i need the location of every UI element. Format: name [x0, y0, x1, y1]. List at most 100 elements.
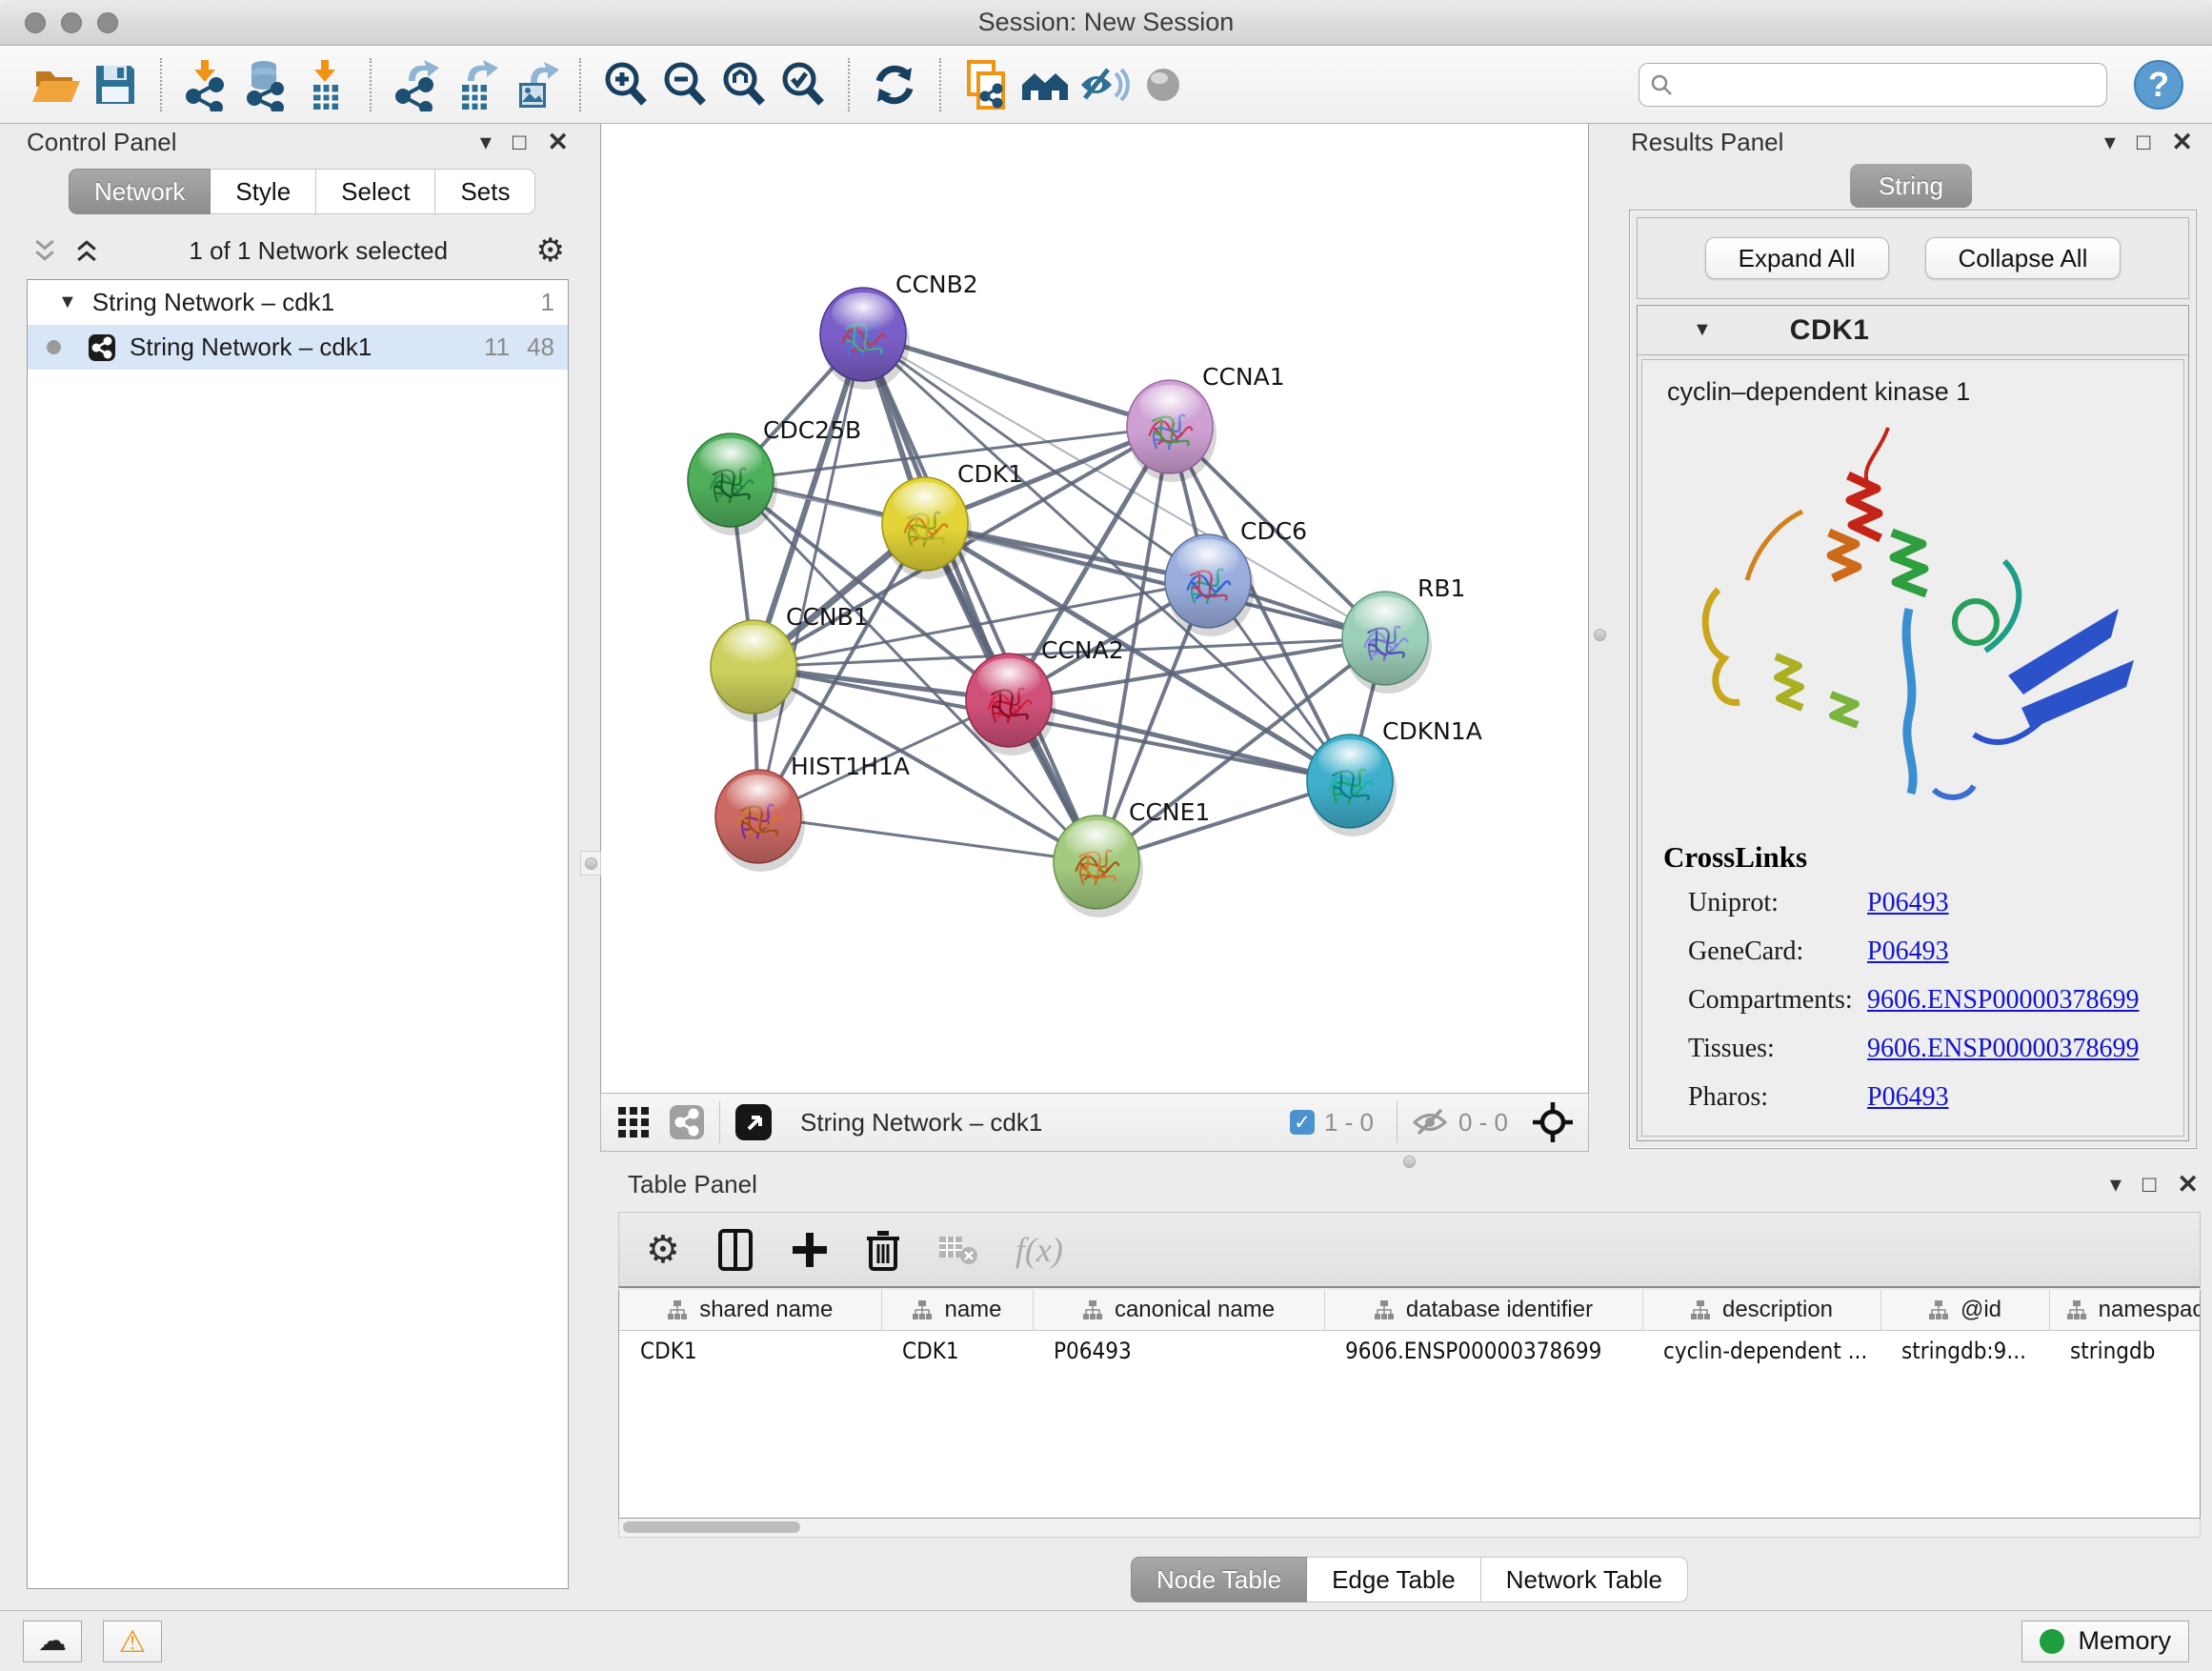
tab-style[interactable]: Style — [211, 169, 316, 214]
import-network-database-button[interactable] — [236, 55, 295, 114]
table-cell[interactable]: P06493 — [1033, 1330, 1324, 1372]
table-cell[interactable]: cyclin-dependent ... — [1642, 1330, 1880, 1372]
collapse-all-icon[interactable] — [30, 236, 59, 265]
memory-button[interactable]: Memory — [2021, 1621, 2189, 1662]
collapse-all-button[interactable]: Collapse All — [1925, 237, 2122, 279]
zoom-out-button[interactable] — [655, 55, 714, 114]
import-network-file-button[interactable] — [177, 55, 236, 114]
column-header[interactable]: name — [881, 1290, 1033, 1330]
crosslink-link[interactable]: P06493 — [1867, 888, 1949, 918]
splitter-handle[interactable] — [1589, 622, 1610, 647]
export-table-button[interactable] — [446, 55, 505, 114]
network-node-HIST1H1A[interactable]: HIST1H1A — [715, 753, 910, 872]
table-cell[interactable]: CDK1 — [881, 1330, 1033, 1372]
birds-eye-crosshair-icon[interactable] — [1531, 1100, 1575, 1144]
open-session-button[interactable] — [27, 55, 86, 114]
splitter-handle[interactable] — [580, 851, 601, 876]
close-panel-icon[interactable]: ✕ — [2177, 1170, 2199, 1199]
scrollbar-thumb[interactable] — [623, 1521, 800, 1533]
tab-sets[interactable]: Sets — [435, 169, 535, 214]
network-node-CDKN1A[interactable]: CDKN1A — [1307, 717, 1482, 836]
column-header[interactable]: shared name — [619, 1290, 881, 1330]
zoom-fit-button[interactable] — [714, 55, 774, 114]
network-collection-label: String Network – cdk1 — [92, 288, 334, 317]
save-session-button[interactable] — [86, 55, 145, 114]
collapse-panel-icon[interactable]: ▾ — [2104, 129, 2116, 156]
network-edge[interactable] — [1009, 700, 1350, 781]
table-cell[interactable]: 9606.ENSP00000378699 — [1324, 1330, 1642, 1372]
import-table-button[interactable] — [295, 55, 354, 114]
crosslink-link[interactable]: 9606.ENSP00000378699 — [1867, 985, 2139, 1016]
table-row[interactable]: CDK1CDK1P064939606.ENSP00000378699cyclin… — [619, 1330, 2201, 1372]
float-panel-icon[interactable]: □ — [513, 130, 527, 156]
section-expanded-icon[interactable]: ▼ — [1693, 319, 1712, 341]
crosslink-link[interactable]: P06493 — [1867, 1082, 1949, 1113]
tab-select[interactable]: Select — [316, 169, 435, 214]
network-node-RB1[interactable]: RB1 — [1342, 574, 1465, 694]
selected-checkbox[interactable]: ✓ — [1290, 1110, 1315, 1135]
zoom-in-button[interactable] — [596, 55, 655, 114]
search-input[interactable] — [1681, 70, 2097, 99]
network-canvas[interactable]: CCNB2CCNA1CDC25BCDK1CDC6RB1CCNB1CCNA2CDK… — [600, 124, 1589, 1093]
grid-view-icon[interactable] — [614, 1103, 653, 1141]
delete-column-icon[interactable] — [865, 1229, 901, 1271]
table-options-gear-icon[interactable]: ⚙ — [646, 1228, 680, 1272]
help-button[interactable]: ? — [2132, 58, 2185, 111]
export-image-button[interactable] — [505, 55, 564, 114]
tree-expanded-icon[interactable]: ▼ — [58, 292, 77, 313]
hide-selection-button[interactable] — [1075, 55, 1134, 114]
column-header[interactable]: @id — [1880, 1290, 2049, 1330]
network-view-icon[interactable] — [668, 1103, 706, 1141]
network-collection-row[interactable]: ▼ String Network – cdk1 1 — [28, 280, 568, 325]
refresh-button[interactable] — [865, 55, 924, 114]
table-header-row: shared namenamecanonical namedatabase id… — [619, 1290, 2201, 1330]
table-cell[interactable]: CDK1 — [619, 1330, 881, 1372]
network-node-CCNA1[interactable]: CCNA1 — [1127, 363, 1285, 482]
expand-all-button[interactable]: Expand All — [1705, 237, 1889, 279]
tab-string[interactable]: String — [1850, 164, 1972, 208]
network-edge[interactable] — [863, 334, 1096, 862]
column-header[interactable]: canonical name — [1033, 1290, 1324, 1330]
table-cell[interactable]: stringdb — [2049, 1330, 2201, 1372]
crosslink-link[interactable]: P06493 — [1867, 936, 1949, 967]
tab-network[interactable]: Network — [69, 169, 211, 214]
network-edge[interactable] — [758, 334, 863, 816]
tab-edge-table[interactable]: Edge Table — [1307, 1557, 1481, 1602]
show-all-button[interactable] — [1134, 55, 1193, 114]
network-node-CDK1[interactable]: CDK1 — [882, 460, 1023, 579]
crosslink-row: Compartments:9606.ENSP00000378699 — [1688, 976, 2183, 1024]
close-panel-icon[interactable]: ✕ — [2171, 128, 2193, 157]
splitter-handle[interactable] — [1397, 1155, 1421, 1168]
column-header[interactable]: description — [1642, 1290, 1880, 1330]
float-panel-icon[interactable]: □ — [2142, 1172, 2157, 1198]
table-cell[interactable]: stringdb:9... — [1880, 1330, 2049, 1372]
warnings-button[interactable]: ⚠ — [103, 1621, 162, 1662]
detach-view-icon[interactable] — [734, 1102, 774, 1142]
protein-section-header[interactable]: ▼ CDK1 — [1638, 306, 2188, 355]
tab-network-table[interactable]: Network Table — [1481, 1557, 1688, 1602]
network-edge[interactable] — [758, 816, 1096, 862]
table-horizontal-scrollbar[interactable] — [618, 1519, 2201, 1538]
first-neighbors-button[interactable] — [1016, 55, 1075, 114]
float-panel-icon[interactable]: □ — [2137, 130, 2151, 156]
zoom-selected-button[interactable] — [774, 55, 833, 114]
column-header[interactable]: namespac — [2049, 1290, 2201, 1330]
collapse-panel-icon[interactable]: ▾ — [2110, 1171, 2122, 1198]
title-bar: Session: New Session — [0, 0, 2212, 46]
add-column-icon[interactable] — [791, 1231, 829, 1269]
expand-all-icon[interactable] — [72, 236, 101, 265]
network-row[interactable]: String Network – cdk1 11 48 — [28, 325, 568, 370]
network-node-CDC25B[interactable]: CDC25B — [688, 416, 861, 535]
network-options-gear-icon[interactable]: ⚙ — [536, 232, 565, 270]
new-network-from-selection-button[interactable] — [956, 55, 1016, 114]
close-panel-icon[interactable]: ✕ — [547, 128, 569, 157]
network-node-CDC6[interactable]: CDC6 — [1165, 517, 1307, 636]
export-network-button[interactable] — [387, 55, 446, 114]
tab-node-table[interactable]: Node Table — [1131, 1557, 1307, 1602]
crosslink-link[interactable]: 9606.ENSP00000378699 — [1867, 1034, 2139, 1064]
network-node-CCNB2[interactable]: CCNB2 — [820, 271, 978, 390]
column-header[interactable]: database identifier — [1324, 1290, 1642, 1330]
show-columns-icon[interactable] — [716, 1229, 754, 1271]
collapse-panel-icon[interactable]: ▾ — [480, 129, 492, 156]
cloud-status-button[interactable]: ☁ — [23, 1621, 82, 1662]
